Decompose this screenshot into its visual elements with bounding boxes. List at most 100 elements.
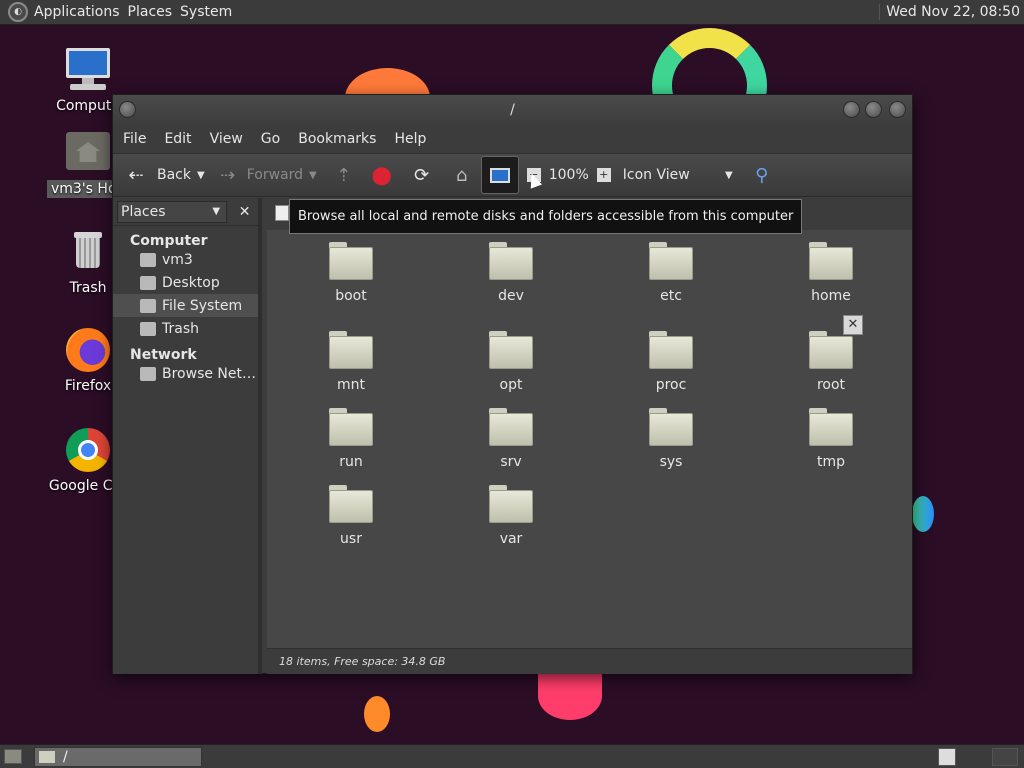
menu-help[interactable]: Help (387, 131, 433, 147)
reload-icon: ⟳ (414, 164, 430, 186)
firefox-icon (64, 326, 112, 374)
close-sidebar-icon[interactable]: ✕ (235, 204, 254, 220)
workspace-switcher[interactable] (992, 748, 1018, 766)
folder-icon (809, 408, 853, 446)
reload-button[interactable]: ⟳ (407, 157, 437, 193)
wallpaper-orange-dot (364, 696, 390, 732)
folder-item[interactable]: root (771, 331, 891, 393)
file-view[interactable]: boot dev etc home mnt opt proc root run … (267, 230, 912, 648)
folder-label: root (816, 377, 846, 393)
zoom-in-button[interactable]: + (596, 157, 611, 193)
back-arrow-icon: ⇠ (128, 164, 144, 186)
view-mode-select[interactable]: Icon View ▼ (623, 157, 733, 193)
trash-icon (64, 228, 112, 276)
close-button[interactable] (889, 101, 906, 118)
wallpaper-pink-shape (538, 672, 602, 720)
chevron-down-icon: ▼ (725, 169, 733, 181)
menu-file[interactable]: File (116, 131, 153, 147)
computer-button-tooltip: Browse all local and remote disks and fo… (289, 199, 803, 234)
desktop-icon-label: vm3's Hor (47, 180, 113, 198)
folder-item[interactable]: tmp (771, 408, 891, 470)
wallpaper-blue-shape (912, 496, 934, 532)
menu-go[interactable]: Go (254, 131, 287, 147)
desktop-icon (140, 275, 156, 290)
folder-label: var (499, 531, 523, 547)
sidebar-item-label: File System (162, 297, 243, 314)
folder-item[interactable]: run (291, 408, 411, 470)
folder-icon (649, 408, 693, 446)
sidebar-item-vm3[interactable]: vm3 (113, 248, 258, 271)
folder-item[interactable]: dev (451, 242, 571, 304)
folder-label: proc (655, 377, 687, 393)
network-icon (140, 366, 156, 381)
show-desktop-icon[interactable] (4, 749, 22, 764)
menu-bookmarks[interactable]: Bookmarks (291, 131, 383, 147)
sidebar-item-file-system[interactable]: File System (113, 294, 258, 317)
computer-button[interactable] (480, 156, 519, 194)
search-button[interactable]: ⚲ (747, 157, 777, 193)
window-title: / (510, 102, 515, 118)
sidebar-section-computer: Computer (130, 233, 208, 249)
folder-icon (39, 751, 55, 763)
sidebar-item-trash[interactable]: Trash (113, 317, 258, 340)
window-titlebar[interactable]: / (113, 95, 912, 125)
folder-item[interactable]: sys (611, 408, 731, 470)
computer-icon (489, 167, 510, 183)
folder-item[interactable]: proc (611, 331, 731, 393)
sidebar-mode-select[interactable]: Places ▼ (117, 200, 228, 223)
sidebar-section-network: Network (130, 347, 197, 363)
folder-icon (649, 242, 693, 280)
folder-icon (489, 408, 533, 446)
folder-item[interactable]: var (451, 485, 571, 547)
back-button[interactable]: ⇠ Back ▼ (121, 157, 213, 193)
window-menu-button[interactable] (119, 101, 136, 118)
folder-item[interactable]: mnt (291, 331, 411, 393)
maximize-button[interactable] (865, 101, 882, 118)
folder-icon (809, 331, 853, 369)
edit-location-icon[interactable] (275, 205, 289, 221)
applications-menu[interactable]: Applications (34, 4, 128, 20)
close-icon[interactable]: ✕ (843, 315, 863, 335)
taskbar-window-label: / (63, 749, 68, 765)
folder-icon (329, 485, 373, 523)
zoom-in-icon: + (596, 168, 611, 182)
trash-icon (140, 321, 156, 336)
up-button[interactable]: ⇡ (329, 157, 359, 193)
sidebar-item-browse-network[interactable]: Browse Net… (113, 362, 258, 385)
folder-item[interactable]: etc (611, 242, 731, 304)
view-mode-label: Icon View (622, 167, 690, 183)
stop-button[interactable]: ⬤ (367, 157, 397, 193)
sidebar-mode-label: Places (121, 203, 166, 220)
folder-item[interactable]: home (771, 242, 891, 304)
clock[interactable]: Wed Nov 22, 08:50 (879, 4, 1020, 20)
home-button[interactable]: ⌂ (447, 157, 477, 193)
taskbar-window-button[interactable]: / (34, 747, 202, 767)
folder-label: boot (335, 288, 367, 304)
folder-item[interactable]: opt (451, 331, 571, 393)
home-folder-icon (64, 128, 112, 176)
folder-icon (329, 331, 373, 369)
forward-label: Forward (246, 167, 304, 183)
workspace-switcher[interactable] (938, 748, 956, 766)
stop-icon: ⬤ (371, 164, 392, 186)
sidebar-item-label: Trash (162, 320, 199, 337)
forward-history-dropdown-icon[interactable]: ▼ (309, 170, 317, 181)
folder-icon (489, 331, 533, 369)
folder-icon (329, 408, 373, 446)
system-menu[interactable]: System (180, 4, 240, 20)
distro-logo-icon[interactable]: ◐ (8, 2, 28, 22)
back-history-dropdown-icon[interactable]: ▼ (197, 170, 205, 181)
forward-button[interactable]: ⇢ Forward ▼ (213, 157, 325, 193)
drive-icon (140, 298, 156, 313)
minimize-button[interactable] (843, 101, 860, 118)
zoom-level: 100% (548, 167, 589, 183)
menu-view[interactable]: View (203, 131, 250, 147)
menu-edit[interactable]: Edit (157, 131, 198, 147)
sidebar-item-desktop[interactable]: Desktop (113, 271, 258, 294)
folder-item[interactable]: srv (451, 408, 571, 470)
computer-icon (64, 46, 112, 94)
places-menu[interactable]: Places (128, 4, 181, 20)
back-label: Back (157, 167, 191, 183)
folder-item[interactable]: usr (291, 485, 411, 547)
folder-item[interactable]: boot (291, 242, 411, 304)
